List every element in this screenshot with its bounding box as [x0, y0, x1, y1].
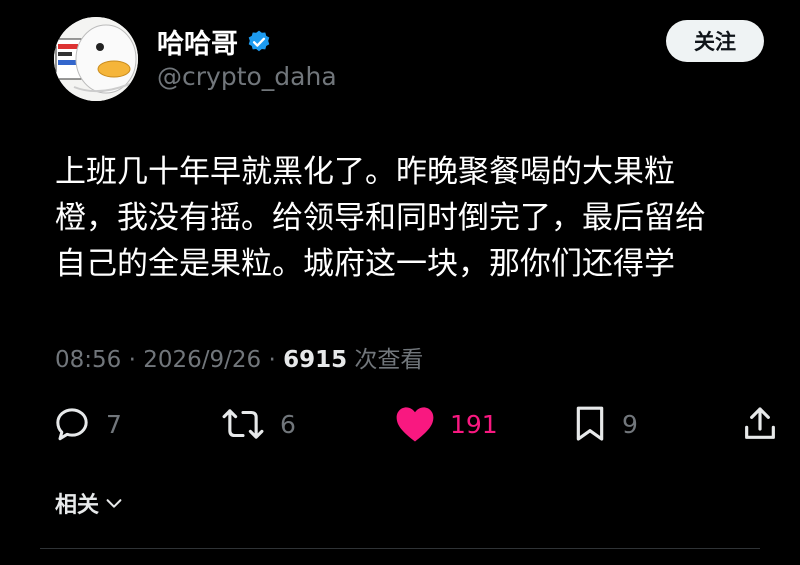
repost-button[interactable]: 6	[220, 402, 296, 446]
reply-count: 7	[106, 409, 122, 439]
tweet-meta: 08:56 · 2026/9/26 · 6915 次查看	[55, 340, 423, 374]
duck-avatar-icon	[54, 17, 138, 101]
tweet-time[interactable]: 08:56	[55, 347, 121, 373]
reply-icon	[56, 408, 88, 441]
meta-separator: ·	[261, 347, 284, 373]
meta-separator: ·	[121, 347, 144, 373]
reply-button[interactable]: 7	[52, 402, 122, 446]
view-count-label: 次查看	[347, 347, 424, 373]
display-name[interactable]: 哈哈哥	[157, 22, 272, 61]
heart-icon	[396, 407, 434, 442]
tweet-text: 上班几十年早就黑化了。昨晚聚餐喝的大果粒 橙，我没有摇。给领导和同时倒完了，最后…	[55, 149, 755, 287]
follow-button[interactable]: 关注	[666, 20, 764, 62]
like-count: 191	[450, 409, 498, 439]
user-handle[interactable]: @crypto_daha	[157, 62, 337, 91]
like-button[interactable]: 191	[394, 402, 498, 446]
bookmark-button[interactable]: 9	[572, 402, 638, 446]
repost-icon	[222, 409, 264, 439]
share-icon	[745, 407, 775, 439]
chevron-down-icon	[106, 499, 122, 508]
action-bar: 7 6 191 9	[50, 402, 785, 446]
tweet-date[interactable]: 2026/9/26	[143, 347, 261, 373]
repost-count: 6	[280, 409, 296, 439]
tweet-line: 上班几十年早就黑化了。昨晚聚餐喝的大果粒	[55, 154, 675, 190]
share-button[interactable]	[740, 402, 780, 446]
related-toggle[interactable]: 相关	[55, 487, 125, 519]
divider	[40, 548, 760, 549]
avatar[interactable]	[54, 17, 138, 101]
verified-badge-icon	[248, 30, 270, 51]
tweet-line: 橙，我没有摇。给领导和同时倒完了，最后留给	[55, 200, 706, 236]
bookmark-count: 9	[622, 409, 638, 439]
bookmark-icon	[576, 406, 604, 441]
display-name-text: 哈哈哥	[157, 29, 238, 60]
tweet-line: 自己的全是果粒。城府这一块，那你们还得学	[55, 246, 675, 282]
view-count: 6915	[283, 347, 348, 373]
related-label: 相关	[55, 493, 100, 518]
